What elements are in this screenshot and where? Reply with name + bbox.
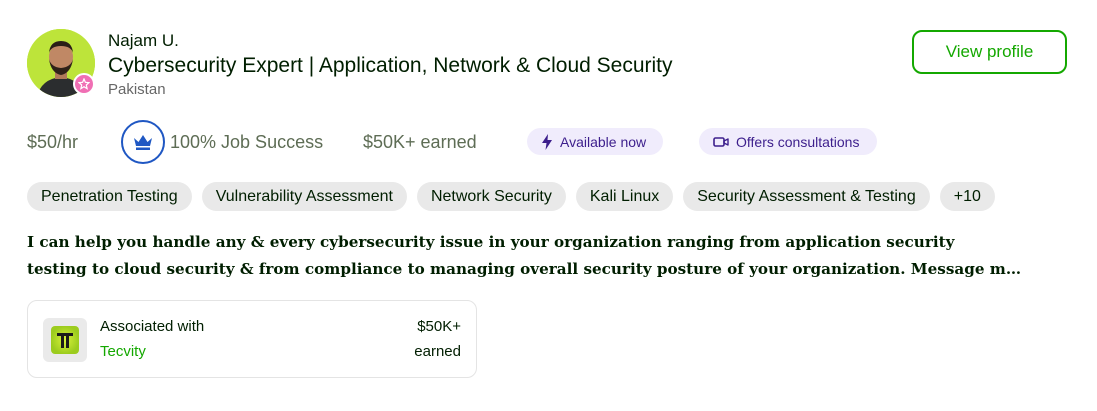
more-skills-tag[interactable]: +10	[939, 182, 995, 211]
video-camera-icon	[713, 136, 729, 148]
skill-tag[interactable]: Security Assessment & Testing	[683, 182, 930, 211]
profile-description[interactable]: I can help you handle any & every cybers…	[27, 229, 1067, 283]
total-earned: $50K+ earned	[363, 132, 477, 152]
offers-consultations-label: Offers consultations	[736, 133, 860, 150]
freelancer-card[interactable]: Najam U. Cybersecurity Expert | Applicat…	[0, 0, 1097, 411]
freelancer-location: Pakistan	[108, 81, 166, 98]
skill-tag[interactable]: Kali Linux	[575, 182, 674, 211]
agency-earned-amount: $50K+	[417, 318, 461, 335]
skill-tag[interactable]: Penetration Testing	[27, 182, 192, 211]
tecvity-logo	[43, 318, 87, 362]
description-line: I can help you handle any & every cybers…	[27, 233, 955, 251]
star-badge-icon	[73, 73, 95, 95]
hourly-rate: $50/hr	[27, 132, 79, 152]
associated-with-label: Associated with	[100, 318, 205, 335]
agency-earned-label: earned	[414, 343, 461, 360]
job-success-score: 100% Job Success	[170, 132, 324, 152]
available-now-badge: Available now	[527, 128, 663, 155]
freelancer-title: Cybersecurity Expert | Application, Netw…	[108, 54, 673, 77]
agency-association-card[interactable]: Associated with Tecvity $50K+ earned	[27, 300, 477, 378]
skills-list: Penetration Testing Vulnerability Assess…	[27, 182, 995, 211]
skill-tag[interactable]: Vulnerability Assessment	[201, 182, 407, 211]
skill-tag[interactable]: Network Security	[416, 182, 566, 211]
view-profile-button[interactable]: View profile	[912, 30, 1067, 74]
lightning-icon	[541, 133, 553, 150]
freelancer-name[interactable]: Najam U.	[108, 31, 179, 51]
avatar[interactable]	[27, 29, 95, 97]
available-now-label: Available now	[560, 133, 647, 150]
crown-icon	[121, 120, 165, 164]
offers-consultations-badge: Offers consultations	[699, 128, 877, 155]
agency-name-link[interactable]: Tecvity	[100, 343, 146, 360]
description-line: testing to cloud security & from complia…	[27, 260, 1022, 278]
